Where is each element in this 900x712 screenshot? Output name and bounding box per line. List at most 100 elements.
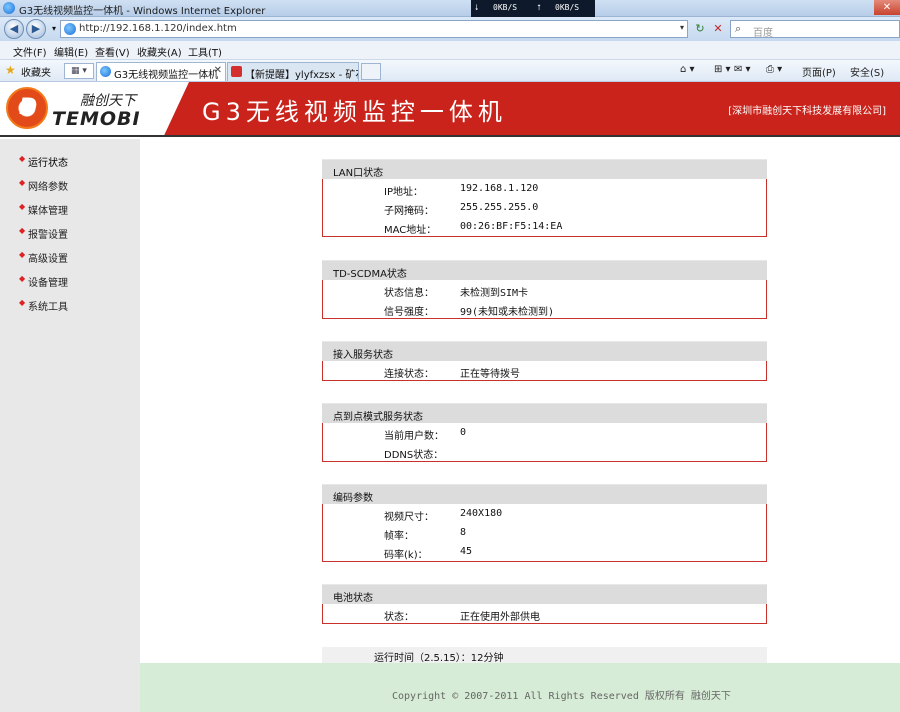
menu-favorites[interactable]: 收藏夹(A) — [137, 44, 182, 59]
url-dropdown-icon[interactable]: ▾ — [680, 23, 684, 32]
info-row: 状态信息： 未检测到SIM卡 — [323, 280, 766, 299]
row-key: 视频尺寸： — [384, 512, 434, 523]
page-footer: Copyright © 2007-2011 All Rights Reserve… — [140, 663, 900, 712]
stop-icon[interactable]: ✕ — [710, 21, 726, 37]
menu-edit[interactable]: 编辑(E) — [54, 44, 88, 59]
quick-tabs-button[interactable]: ▦ ▾ — [64, 63, 94, 79]
section-title: TD-SCDMA状态 — [333, 269, 407, 280]
sidebar-item-alarm[interactable]: ◆ 报警设置 — [0, 226, 140, 250]
section-body: 状态信息： 未检测到SIM卡 信号强度： 99(未知或未检测到) — [322, 280, 767, 319]
section-header: 接入服务状态 — [322, 341, 767, 361]
bullet-icon: ◆ — [19, 178, 26, 187]
menu-view[interactable]: 查看(V) — [95, 44, 130, 59]
search-placeholder: 百度 — [753, 28, 773, 39]
section-title: 点到点模式服务状态 — [333, 412, 423, 423]
row-value: 正在等待拨号 — [460, 369, 520, 380]
section-body: 当前用户数： 0 DDNS状态： — [322, 423, 767, 462]
uptime-text: 运行时间（2.5.15）：12分钟 — [374, 653, 504, 664]
bullet-icon: ◆ — [19, 250, 26, 259]
lan-status-section: LAN口状态 IP地址： 192.168.1.120 子网掩码： 255.255.2… — [322, 159, 767, 237]
info-row: DDNS状态： — [323, 442, 766, 461]
menu-file[interactable]: 文件(F) — [13, 44, 47, 59]
favorites-bar: ★ 收藏夹 ▦ ▾ G3无线视频监控一体机 ✕ 【新提醒】ylyfxzsx - … — [0, 60, 900, 82]
bullet-icon: ◆ — [19, 202, 26, 211]
row-value: 255.255.255.0 — [460, 202, 539, 213]
site-header: D 融创天下 TEMOBI G3无线视频监控一体机 [深圳市融创天下科技发展有限… — [0, 82, 900, 137]
sidebar-item-device[interactable]: ◆ 设备管理 — [0, 274, 140, 298]
home-icon[interactable]: ⌂ ▾ — [680, 64, 695, 75]
row-key: 当前用户数： — [384, 431, 444, 442]
sidebar-item-run-status[interactable]: ◆ 运行状态 — [0, 154, 140, 178]
tab-active[interactable]: G3无线视频监控一体机 ✕ — [96, 62, 226, 81]
favorites-star-icon[interactable]: ★ — [5, 63, 16, 77]
logo-english: TEMOBI — [52, 108, 141, 130]
bullet-icon: ◆ — [19, 154, 26, 163]
main-content: LAN口状态 IP地址： 192.168.1.120 子网掩码： 255.255.2… — [140, 139, 900, 664]
info-row: 连接状态： 正在等待拨号 — [323, 361, 766, 380]
row-key: 帧率： — [384, 531, 414, 542]
menu-tools[interactable]: 工具(T) — [188, 44, 222, 59]
row-value: 8 — [460, 527, 467, 538]
refresh-icon[interactable]: ↻ — [692, 21, 708, 37]
row-key: 子网掩码： — [384, 206, 434, 217]
safety-menu[interactable]: 安全(S) — [850, 64, 884, 79]
tab-inactive[interactable]: 【新提醒】ylyfxzsx - 矿石... — [227, 62, 359, 81]
network-speed-widget: ⭣ 0KB/S ⭡ 0KB/S — [471, 0, 595, 17]
info-row: 视频尺寸： 240X180 — [323, 504, 766, 523]
window-titlebar: G3无线视频监控一体机 - Windows Internet Explorer … — [0, 0, 900, 17]
row-key: 状态信息： — [384, 288, 434, 299]
page-title: G3无线视频监控一体机 — [202, 98, 507, 126]
close-window-button[interactable]: ✕ — [874, 0, 900, 15]
sidebar-item-advanced[interactable]: ◆ 高级设置 — [0, 250, 140, 274]
page-icon — [64, 23, 76, 35]
section-title: 电池状态 — [333, 593, 373, 604]
back-button[interactable]: ◀ — [4, 19, 24, 39]
section-header: LAN口状态 — [322, 159, 767, 179]
mail-icon[interactable]: ✉ ▾ — [734, 64, 751, 75]
info-row: IP地址： 192.168.1.120 — [323, 179, 766, 198]
info-row: 状态： 正在使用外部供电 — [323, 604, 766, 623]
section-body: 状态： 正在使用外部供电 — [322, 604, 767, 624]
address-bar: ◀ ▶ ▾ http://192.168.1.120/index.htm ▾ ↻… — [0, 17, 900, 41]
uptime-bar: 运行时间（2.5.15）：12分钟 — [322, 647, 767, 664]
section-title: 接入服务状态 — [333, 350, 393, 361]
sidebar-item-tools[interactable]: ◆ 系统工具 — [0, 298, 140, 322]
encoding-params-section: 编码参数 视频尺寸： 240X180 帧率： 8 码率(k)： 45 — [322, 484, 767, 562]
info-row: 帧率： 8 — [323, 523, 766, 542]
temobi-logo-icon: D — [6, 87, 48, 129]
section-header: 点到点模式服务状态 — [322, 403, 767, 423]
web-page: D 融创天下 TEMOBI G3无线视频监控一体机 [深圳市融创天下科技发展有限… — [0, 82, 900, 712]
section-header: 电池状态 — [322, 584, 767, 604]
feeds-icon[interactable]: ⊞ ▾ — [714, 64, 731, 75]
sidebar: ◆ 运行状态 ◆ 网络参数 ◆ 媒体管理 ◆ 报警设置 ◆ 高级设置 ◆ 设备管理 ◆ 系统工… — [0, 139, 140, 712]
row-value: 45 — [460, 546, 473, 557]
access-service-section: 接入服务状态 连接状态： 正在等待拨号 — [322, 341, 767, 381]
row-value: 99(未知或未检测到) — [460, 307, 555, 318]
new-tab-button[interactable] — [361, 63, 381, 80]
row-value: 240X180 — [460, 508, 503, 519]
download-speed: 0KB/S — [493, 3, 518, 12]
site-favicon-icon — [231, 66, 242, 77]
row-key: 状态： — [384, 612, 414, 623]
print-icon[interactable]: ⎙ ▾ — [766, 64, 782, 75]
sidebar-item-network[interactable]: ◆ 网络参数 — [0, 178, 140, 202]
search-icon: ⌕ — [735, 22, 742, 35]
search-input[interactable]: ⌕ 百度 — [730, 20, 900, 39]
row-value: 192.168.1.120 — [460, 183, 539, 194]
section-body: IP地址： 192.168.1.120 子网掩码： 255.255.255.0 MA… — [322, 179, 767, 237]
row-value: 未检测到SIM卡 — [460, 288, 529, 299]
upload-speed: 0KB/S — [555, 3, 580, 12]
tab-close-icon[interactable]: ✕ — [214, 65, 222, 76]
row-value: 00:26:BF:F5:14:EA — [460, 221, 563, 232]
url-field[interactable]: http://192.168.1.120/index.htm ▾ — [60, 20, 688, 38]
page-menu[interactable]: 页面(P) — [802, 64, 836, 79]
forward-button[interactable]: ▶ — [26, 19, 46, 39]
ie-tab-icon — [100, 66, 111, 77]
url-text: http://192.168.1.120/index.htm — [79, 23, 237, 34]
bullet-icon: ◆ — [19, 274, 26, 283]
section-header: TD-SCDMA状态 — [322, 260, 767, 280]
row-key: IP地址： — [384, 187, 423, 198]
favorites-label[interactable]: 收藏夹 — [21, 64, 51, 79]
bullet-icon: ◆ — [19, 226, 26, 235]
sidebar-item-media[interactable]: ◆ 媒体管理 — [0, 202, 140, 226]
